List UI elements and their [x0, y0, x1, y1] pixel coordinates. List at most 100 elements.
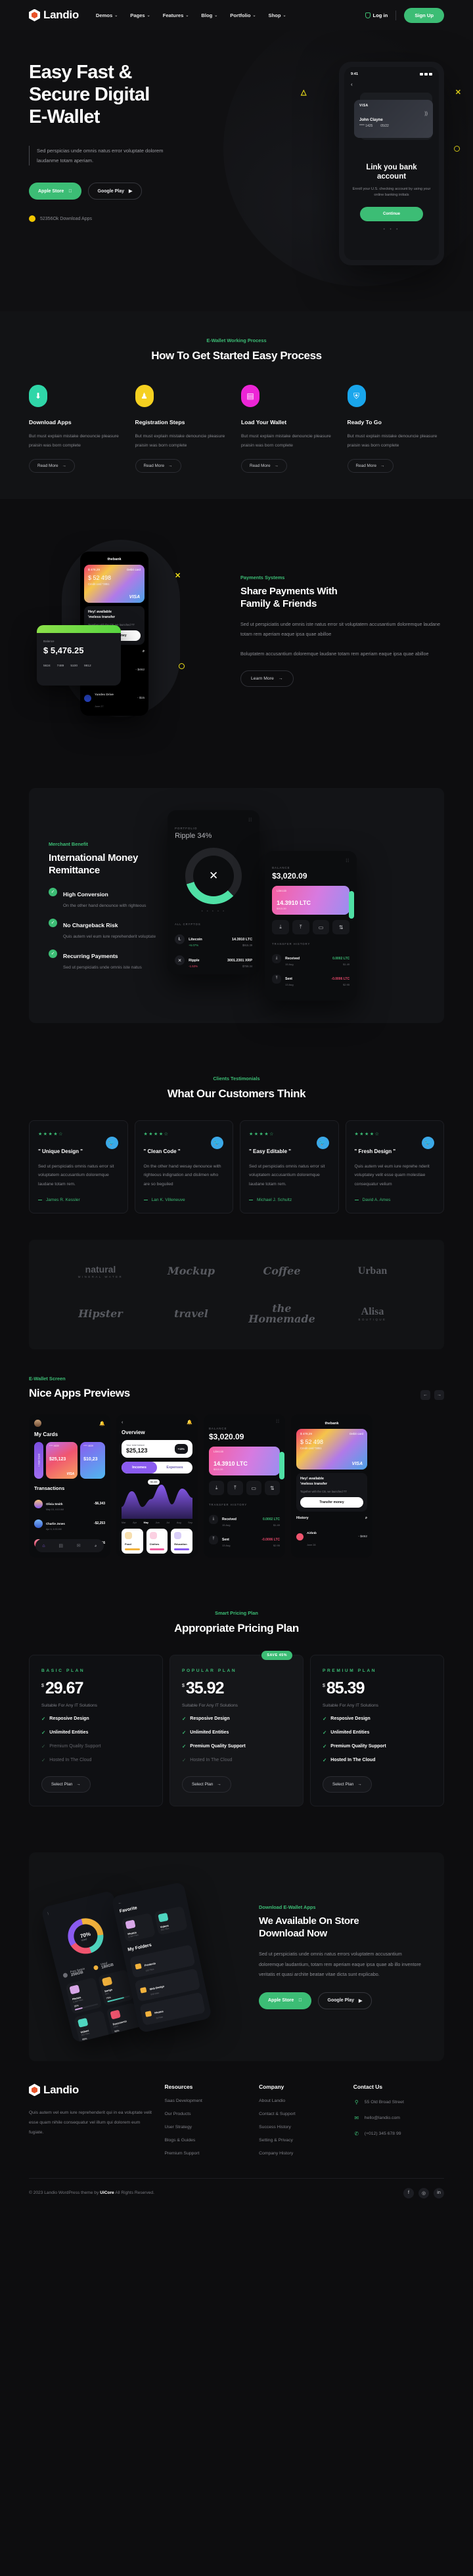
process-card: ⬇ Download Apps But must explain mistake…: [28, 383, 126, 473]
process-card: ▤ Load Your Wallet But must explain mist…: [240, 383, 338, 473]
select-plan-button[interactable]: Select Plan →: [182, 1776, 231, 1793]
cards-icon[interactable]: ▤: [58, 1543, 63, 1548]
linkedin-icon[interactable]: in: [434, 2187, 444, 2198]
videos-icon: [77, 2017, 89, 2028]
select-plan-button[interactable]: Select Plan →: [41, 1776, 91, 1793]
stats-icon[interactable]: ◕: [94, 1544, 97, 1548]
check-icon: ✓: [182, 1729, 187, 1736]
footer-link[interactable]: Success History: [259, 2125, 342, 2129]
process-card: ♟ Registration Steps But must explain mi…: [133, 383, 233, 473]
swap-icon[interactable]: ⇅: [332, 920, 350, 935]
google-play-button[interactable]: Google Play ▶: [87, 183, 143, 200]
footer-link[interactable]: Setting & Privacy: [259, 2138, 342, 2143]
messages-icon[interactable]: ✉: [77, 1543, 81, 1548]
card-number: **** 1425: [359, 124, 373, 128]
history-row: Yandex DriveJune 27 - $15: [296, 1554, 367, 1558]
action-buttons: ⤓ ⤒ ▭ ⇅: [209, 1481, 280, 1496]
footer-link[interactable]: Premium Support: [164, 2151, 247, 2156]
bell-icon[interactable]: 🔔: [99, 1421, 105, 1426]
card-icon[interactable]: ▭: [246, 1481, 261, 1496]
carousel-prev-button[interactable]: ←: [420, 1390, 430, 1401]
search-icon[interactable]: ⌕: [365, 1516, 367, 1521]
balance-label: Your total balace: [126, 1444, 145, 1447]
brand-logo[interactable]: Landio: [29, 9, 79, 22]
tab-expenses[interactable]: Expenses: [157, 1462, 192, 1474]
brand-name: Landio: [43, 9, 79, 21]
footer-link[interactable]: Blogs & Guides: [164, 2138, 247, 2143]
avatar: [34, 1519, 43, 1528]
read-more-button[interactable]: Read More →: [241, 459, 288, 473]
add-card-button[interactable]: + Add Card: [34, 1442, 43, 1479]
learn-more-button[interactable]: Learn More →: [240, 670, 294, 687]
card-icon[interactable]: ▭: [312, 920, 330, 935]
kebab-menu-icon: ⁞: [47, 1911, 50, 1917]
facebook-icon[interactable]: f: [403, 2187, 414, 2198]
receive-icon[interactable]: ⤓: [209, 1481, 225, 1496]
contact-email[interactable]: ✉ hello@landio.com: [353, 2114, 444, 2122]
footer-link[interactable]: About Landio: [259, 2099, 342, 2103]
transfer-row: ⤓ Received 15 Aug 0.0002 LTC $1.49: [272, 951, 349, 966]
tab-incomes[interactable]: Incomes: [122, 1462, 157, 1474]
read-more-button[interactable]: Read More →: [135, 459, 181, 473]
receive-icon[interactable]: ⤓: [272, 920, 289, 935]
category-education: Education: [171, 1529, 193, 1554]
food-icon: [125, 1532, 132, 1540]
nav-item-features[interactable]: Features ⌄: [163, 12, 189, 18]
transaction-row: Olivia Smith May 15, 4:10 AM -$6,343: [34, 1496, 105, 1511]
instagram-icon[interactable]: ◎: [418, 2187, 429, 2198]
arrow-right-icon: →: [357, 1781, 362, 1787]
back-chevron-icon[interactable]: ‹: [351, 81, 432, 87]
nav-item-shop[interactable]: Shop ⌄: [269, 12, 286, 18]
google-play-button[interactable]: Google Play ▶: [317, 1992, 372, 2009]
action-buttons: ⤓ ⤒ ▭ ⇅: [272, 920, 350, 935]
coin-usd: $915.39: [277, 907, 286, 911]
kebab-menu-icon[interactable]: ⁞⁞: [175, 818, 252, 823]
read-more-button[interactable]: Read More →: [347, 459, 394, 473]
apple-store-button[interactable]: Apple Store : [29, 183, 81, 200]
home-icon[interactable]: ⌂: [42, 1544, 45, 1548]
circle-decoration-icon: [179, 663, 185, 670]
apple-store-button[interactable]: Apple Store : [259, 1992, 311, 2009]
litecoin-card: Litecoin 14.3910 LTC $915.39: [209, 1447, 284, 1480]
coin-usd: $915.39: [214, 1468, 223, 1472]
footer-link[interactable]: Our Products: [164, 2112, 247, 2116]
footer-link[interactable]: Saas Development: [164, 2099, 247, 2103]
select-plan-button[interactable]: Select Plan →: [323, 1776, 372, 1793]
testimonial-text: Sed ut perspiciatis omnis natus error si…: [249, 1164, 325, 1187]
footer-link[interactable]: Company History: [259, 2151, 342, 2156]
plan-name: POPULAR PLAN: [182, 1669, 237, 1674]
nav-item-demos[interactable]: Demos ⌄: [96, 12, 118, 18]
footer-link[interactable]: User Strategy: [164, 2125, 247, 2129]
carousel-next-button[interactable]: →: [434, 1390, 444, 1401]
income-expense-toggle[interactable]: Incomes Expenses: [122, 1462, 192, 1474]
payments-title-line1: Share Payments With: [240, 585, 338, 597]
kebab-menu-icon[interactable]: ⁞⁞: [209, 1420, 280, 1424]
search-icon[interactable]: ⌕: [143, 649, 145, 654]
balance-value: $25,123: [126, 1447, 148, 1454]
contact-phone[interactable]: ✆ (+012) 345 678 99: [353, 2130, 444, 2137]
read-more-button[interactable]: Read More →: [29, 459, 76, 473]
copyright-pre: © 2023 Landio WordPress theme by: [29, 2191, 101, 2196]
back-chevron-icon[interactable]: ‹: [122, 1420, 123, 1425]
kebab-menu-icon[interactable]: ⁞⁞: [272, 859, 349, 863]
transfer-money-button[interactable]: Transfer money: [300, 1496, 363, 1508]
footer-link[interactable]: Contact & Support: [259, 2112, 342, 2116]
brand-logo[interactable]: Landio: [29, 2084, 152, 2097]
litecoin-icon: Ł: [175, 934, 185, 945]
nav-label: Demos: [95, 12, 113, 18]
preview-screen-overview: ‹ 🔔 Overview Your total balace $25,123 +1…: [116, 1414, 198, 1558]
bell-icon[interactable]: 🔔: [187, 1420, 192, 1425]
sent-icon: ⤒: [209, 1535, 218, 1544]
card-note: Credit card *3851: [88, 582, 110, 586]
send-icon[interactable]: ⤒: [292, 920, 309, 935]
card-number: **** 4639: [83, 1445, 93, 1448]
send-icon[interactable]: ⤒: [227, 1481, 243, 1496]
continue-button[interactable]: Continue: [360, 207, 423, 222]
nav-item-pages[interactable]: Pages ⌄: [130, 12, 150, 18]
nav-item-blog[interactable]: Blog ⌄: [201, 12, 217, 18]
signup-button[interactable]: Sign Up: [404, 7, 444, 23]
clothes-icon: [149, 1532, 157, 1540]
nav-item-portfolio[interactable]: Portfolio ⌄: [230, 12, 256, 18]
swap-icon[interactable]: ⇅: [264, 1481, 280, 1496]
login-button[interactable]: Log in: [365, 12, 388, 18]
